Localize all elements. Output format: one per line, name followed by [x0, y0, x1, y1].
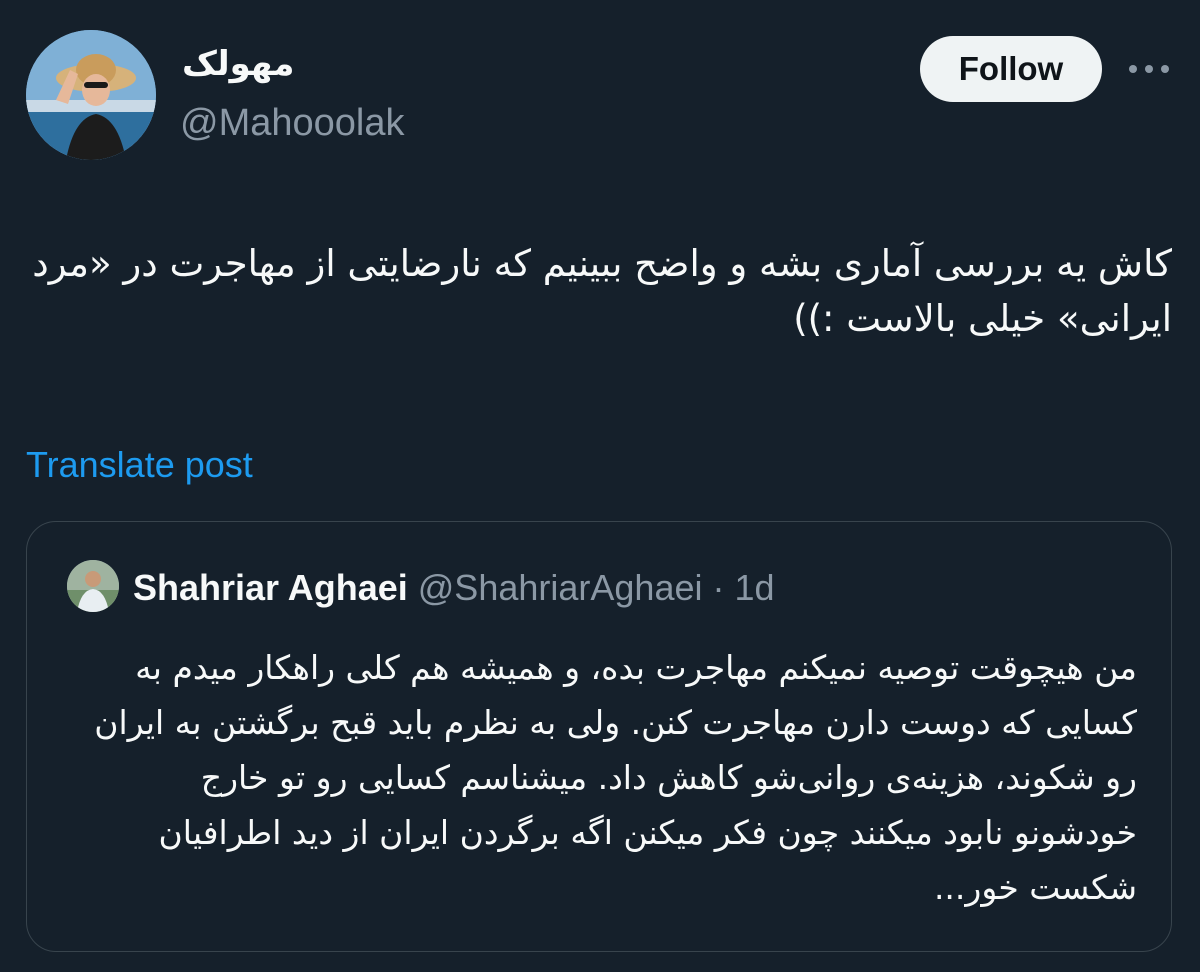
- quoted-avatar-photo: [67, 560, 119, 612]
- quoted-author-avatar: [67, 560, 119, 612]
- avatar-photo: [26, 30, 156, 160]
- quoted-author-handle: @ShahriarAghaei: [417, 567, 703, 608]
- translate-post-link[interactable]: Translate post: [26, 444, 253, 486]
- quoted-tweet-text: من هیچوقت توصیه نمیکنم مهاجرت بده، و همی…: [94, 648, 1137, 907]
- author-display-name[interactable]: مهولک: [182, 44, 294, 84]
- meta-separator: ·: [702, 567, 735, 608]
- author-handle[interactable]: @Mahooolak: [180, 102, 404, 145]
- quoted-tweet-time: 1d: [734, 567, 775, 608]
- follow-button[interactable]: Follow: [920, 36, 1102, 102]
- quoted-author-name: Shahriar Aghaei: [133, 567, 408, 608]
- author-avatar[interactable]: [26, 30, 156, 160]
- more-horizontal-icon[interactable]: [1124, 52, 1174, 86]
- quoted-tweet-card[interactable]: Shahriar Aghaei @ShahriarAghaei · 1d من …: [26, 521, 1172, 952]
- quoted-tweet-header: Shahriar Aghaei @ShahriarAghaei · 1d: [133, 566, 775, 610]
- tweet-text: کاش یه بررسی آماری بشه و واضح ببینیم که …: [32, 242, 1172, 340]
